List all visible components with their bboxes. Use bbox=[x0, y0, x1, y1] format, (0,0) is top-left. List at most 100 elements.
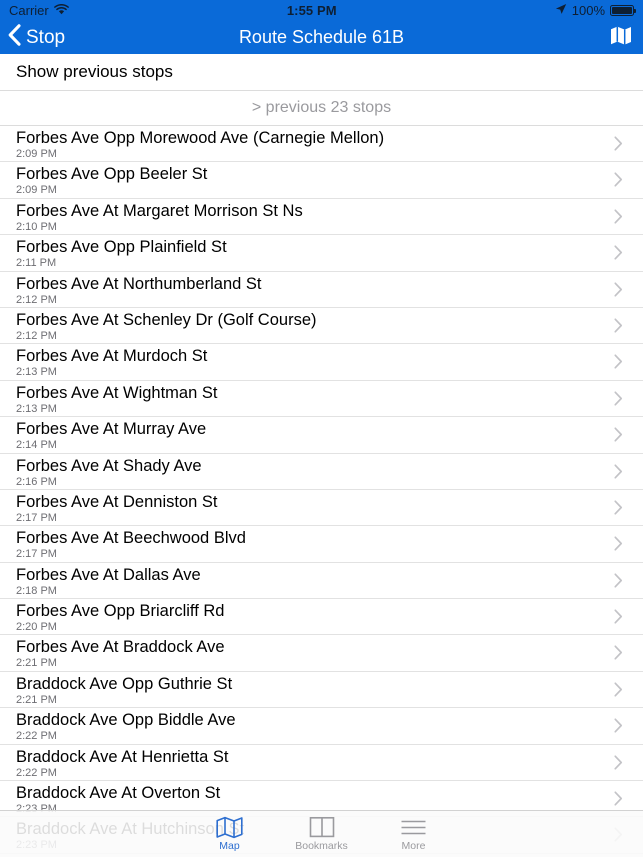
chevron-right-icon bbox=[614, 282, 623, 302]
stop-time: 2:12 PM bbox=[16, 293, 57, 306]
previous-stops-label: > previous 23 stops bbox=[251, 99, 392, 116]
status-bar-right: 100% bbox=[555, 3, 643, 18]
chevron-right-icon bbox=[614, 463, 623, 484]
stop-time: 2:22 PM bbox=[16, 730, 57, 743]
stop-row[interactable]: Forbes Ave At Schenley Dr (Golf Course) 2… bbox=[0, 308, 643, 345]
page-title: Route Schedule 61B bbox=[238, 27, 405, 47]
stop-row[interactable]: Forbes Ave Opp Beeler St 2:09 PM bbox=[0, 162, 643, 199]
book-icon bbox=[309, 816, 335, 839]
chevron-right-icon bbox=[614, 391, 623, 411]
stop-row[interactable]: Forbes Ave At Braddock Ave 2:21 PM bbox=[0, 635, 643, 672]
previous-stops-row[interactable]: > previous 23 stops bbox=[0, 90, 643, 126]
stop-row[interactable]: Forbes Ave At Denniston St 2:17 PM bbox=[0, 490, 643, 527]
stop-list: Forbes Ave Opp Morewood Ave (Carnegie Me… bbox=[0, 126, 643, 854]
carrier-label: Carrier bbox=[9, 3, 49, 18]
stop-time: 2:14 PM bbox=[16, 439, 57, 452]
location-arrow-icon bbox=[555, 3, 567, 18]
chevron-right-icon bbox=[614, 536, 623, 556]
stop-name: Forbes Ave At Margaret Morrison St Ns bbox=[16, 201, 303, 220]
tab-bookmarks-label: Bookmarks bbox=[295, 840, 348, 852]
chevron-right-icon bbox=[614, 718, 623, 738]
stop-time: 2:20 PM bbox=[16, 621, 57, 634]
app-root: Carrier 1:55 PM 100% Stop Route Schedule… bbox=[0, 0, 643, 857]
battery-full-icon bbox=[610, 5, 636, 16]
stop-row[interactable]: Braddock Ave At Henrietta St 2:22 PM bbox=[0, 745, 643, 782]
status-bar-time: 1:55 PM bbox=[286, 3, 337, 18]
stop-time: 2:22 PM bbox=[16, 766, 57, 779]
battery-percent-label: 100% bbox=[571, 3, 605, 18]
chevron-right-icon bbox=[614, 573, 623, 593]
tab-map-label: Map bbox=[219, 840, 240, 852]
stop-row[interactable]: Forbes Ave At Beechwood Blvd 2:17 PM bbox=[0, 526, 643, 563]
wifi-icon bbox=[53, 3, 69, 18]
tab-map[interactable]: Map bbox=[184, 811, 276, 857]
chevron-right-icon bbox=[614, 209, 623, 229]
chevron-right-icon bbox=[614, 172, 623, 192]
stop-name: Forbes Ave Opp Plainfield St bbox=[16, 238, 227, 257]
chevron-right-icon bbox=[614, 755, 623, 775]
stop-time: 2:17 PM bbox=[16, 548, 57, 561]
stop-time: 2:16 PM bbox=[16, 475, 57, 488]
stop-time: 2:10 PM bbox=[16, 220, 57, 233]
stop-time: 2:12 PM bbox=[16, 329, 57, 342]
stop-name: Forbes Ave At Wightman St bbox=[16, 383, 218, 402]
stop-name: Forbes Ave At Braddock Ave bbox=[16, 638, 225, 657]
chevron-right-icon bbox=[614, 645, 623, 665]
tab-more-label: More bbox=[401, 840, 426, 852]
stop-name: Braddock Ave At Henrietta St bbox=[16, 747, 229, 766]
navigation-bar: Stop Route Schedule 61B bbox=[0, 21, 643, 54]
map-icon bbox=[610, 25, 632, 51]
stop-time: 2:17 PM bbox=[16, 511, 57, 524]
schedule-scroll-view[interactable]: Show previous stops > previous 23 stops … bbox=[0, 54, 643, 857]
tab-more[interactable]: More bbox=[368, 811, 460, 857]
stop-row[interactable]: Forbes Ave Opp Morewood Ave (Carnegie Me… bbox=[0, 126, 643, 163]
stop-name: Forbes Ave At Murray Ave bbox=[16, 420, 207, 439]
stop-time: 2:21 PM bbox=[16, 693, 57, 706]
stop-row[interactable]: Forbes Ave At Margaret Morrison St Ns 2:1… bbox=[0, 199, 643, 236]
stop-row[interactable]: Forbes Ave At Murray Ave 2:14 PM bbox=[0, 417, 643, 454]
stop-row[interactable]: Forbes Ave Opp Plainfield St 2:11 PM bbox=[0, 235, 643, 272]
status-bar-left: Carrier bbox=[0, 3, 69, 18]
stop-time: 2:18 PM bbox=[16, 584, 57, 597]
stop-row[interactable]: Braddock Ave Opp Biddle Ave 2:22 PM bbox=[0, 708, 643, 745]
hamburger-icon bbox=[400, 816, 427, 839]
show-previous-stops-toggle[interactable]: Show previous stops bbox=[0, 54, 643, 90]
stop-name: Forbes Ave At Shady Ave bbox=[16, 456, 202, 475]
chevron-right-icon bbox=[614, 427, 623, 447]
chevron-right-icon bbox=[614, 318, 623, 338]
stop-name: Forbes Ave At Murdoch St bbox=[16, 347, 208, 366]
chevron-right-icon bbox=[614, 245, 623, 265]
stop-row[interactable]: Forbes Ave At Northumberland St 2:12 PM bbox=[0, 272, 643, 308]
stop-name: Forbes Ave At Dallas Ave bbox=[16, 565, 201, 584]
show-previous-stops-label: Show previous stops bbox=[16, 62, 173, 81]
stop-time: 2:11 PM bbox=[16, 257, 57, 270]
chevron-right-icon bbox=[614, 609, 623, 629]
stop-name: Braddock Ave Opp Guthrie St bbox=[16, 674, 233, 693]
stop-row[interactable]: Forbes Ave At Dallas Ave 2:18 PM bbox=[0, 563, 643, 600]
map-icon bbox=[216, 816, 243, 839]
stop-name: Braddock Ave Opp Biddle Ave bbox=[16, 711, 236, 730]
battery-fill bbox=[612, 7, 632, 14]
stop-name: Forbes Ave At Denniston St bbox=[16, 492, 218, 511]
stop-time: 2:13 PM bbox=[16, 402, 57, 415]
stop-row[interactable]: Forbes Ave At Wightman St 2:13 PM bbox=[0, 381, 643, 418]
chevron-right-icon bbox=[614, 791, 623, 811]
chevron-right-icon bbox=[614, 500, 623, 520]
stop-name: Forbes Ave At Northumberland St bbox=[16, 274, 262, 293]
stop-row[interactable]: Forbes Ave At Shady Ave 2:16 PM bbox=[0, 454, 643, 490]
stop-name: Forbes Ave Opp Beeler St bbox=[16, 165, 208, 184]
chevron-right-icon bbox=[614, 682, 623, 702]
stop-name: Forbes Ave At Beechwood Blvd bbox=[16, 529, 246, 548]
status-bar: Carrier 1:55 PM 100% bbox=[0, 0, 643, 21]
stop-time: 2:09 PM bbox=[16, 184, 57, 197]
tab-bookmarks[interactable]: Bookmarks bbox=[276, 811, 368, 857]
stop-time: 2:13 PM bbox=[16, 366, 57, 379]
stop-time: 2:21 PM bbox=[16, 657, 57, 670]
map-button[interactable] bbox=[610, 21, 632, 54]
stop-row[interactable]: Braddock Ave Opp Guthrie St 2:21 PM bbox=[0, 672, 643, 709]
stop-name: Forbes Ave Opp Morewood Ave (Carnegie Me… bbox=[16, 129, 385, 147]
tab-bar: Map Bookmarks More bbox=[0, 810, 643, 857]
stop-row[interactable]: Forbes Ave Opp Briarcliff Rd 2:20 PM bbox=[0, 599, 643, 636]
stop-name: Braddock Ave At Overton St bbox=[16, 784, 221, 803]
stop-row[interactable]: Forbes Ave At Murdoch St 2:13 PM bbox=[0, 344, 643, 381]
